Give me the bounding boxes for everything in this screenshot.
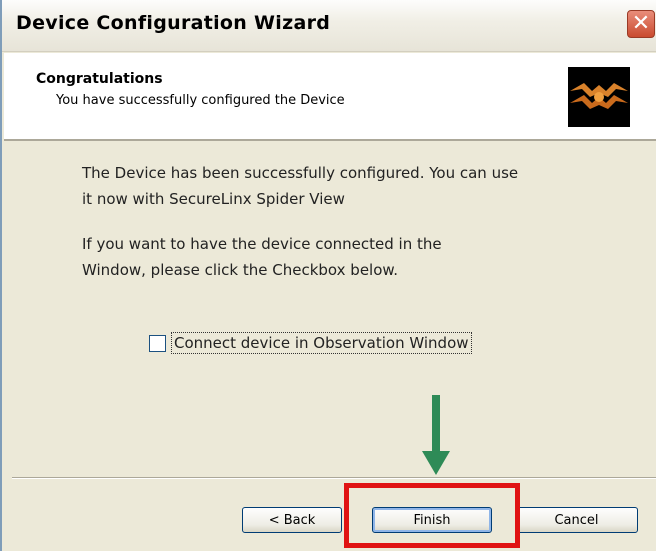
observation-checkbox-label[interactable]: Connect device in Observation Window [171, 332, 472, 354]
spider-logo-icon [568, 67, 630, 127]
instruction-line-2: Window, please click the Checkbox below. [82, 261, 399, 279]
observation-checkbox[interactable] [149, 334, 166, 352]
observation-checkbox-row[interactable]: Connect device in Observation Window [149, 330, 472, 356]
close-icon: ✕ [631, 11, 651, 36]
back-button[interactable]: < Back [242, 507, 342, 533]
button-separator [12, 477, 656, 479]
window-title: Device Configuration Wizard [16, 12, 331, 34]
success-line-1: The Device has been successfully configu… [82, 164, 519, 182]
down-arrow-icon [422, 395, 450, 475]
title-bar[interactable]: Device Configuration Wizard ✕ [2, 0, 656, 52]
cancel-button[interactable]: Cancel [515, 507, 638, 533]
instruction-line-1: If you want to have the device connected… [82, 235, 442, 253]
header-title: Congratulations [36, 71, 163, 87]
success-message: The Device has been successfully configu… [82, 160, 602, 212]
close-button[interactable]: ✕ [627, 10, 655, 38]
instruction-message: If you want to have the device connected… [82, 231, 602, 283]
header-subtitle: You have successfully configured the Dev… [56, 93, 345, 108]
wizard-window: Device Configuration Wizard ✕ Congratula… [0, 0, 656, 551]
finish-highlight-box [344, 483, 520, 548]
success-line-2: it now with SecureLinx Spider View [82, 190, 345, 208]
wizard-header: Congratulations You have successfully co… [4, 53, 656, 141]
